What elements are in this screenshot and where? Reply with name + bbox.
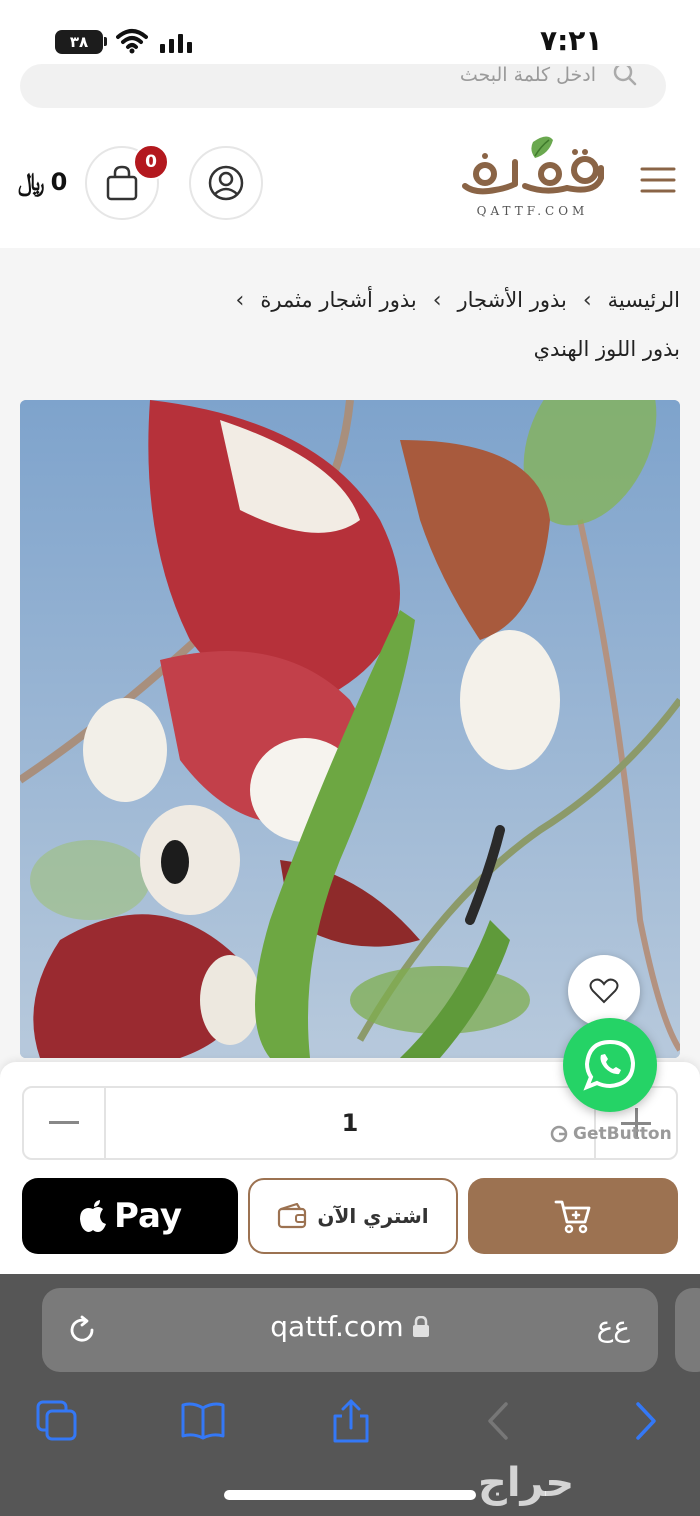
breadcrumb: الرئيسية›بذور الأشجار›بذور أشجار مثمرة› … xyxy=(20,282,680,367)
battery-level: ٣٨ xyxy=(69,33,89,51)
search-icon[interactable] xyxy=(612,66,638,92)
search-strip: ادخل كلمة البحث xyxy=(0,64,700,120)
apple-pay-button[interactable]: Pay xyxy=(22,1178,238,1254)
buy-now-label: اشتري الآن xyxy=(317,1204,429,1228)
add-to-cart-button[interactable] xyxy=(468,1178,678,1254)
url-display: qattf.com xyxy=(42,1310,658,1343)
account-button[interactable] xyxy=(189,146,263,220)
quantity-decrease-button[interactable] xyxy=(24,1088,106,1158)
cart-total: ﷼ 0 xyxy=(18,168,67,196)
cart-count-badge: 0 xyxy=(133,144,169,180)
lock-icon xyxy=(412,1315,429,1337)
user-icon xyxy=(208,165,244,201)
search-placeholder: ادخل كلمة البحث xyxy=(459,64,596,86)
logo-mark xyxy=(462,136,604,195)
tabs-icon[interactable] xyxy=(34,1398,80,1444)
product-photo xyxy=(20,400,680,1058)
breadcrumb-home[interactable]: الرئيسية xyxy=(608,288,680,312)
minus-icon xyxy=(49,1121,79,1124)
getbutton-icon xyxy=(550,1125,568,1143)
product-image[interactable] xyxy=(20,400,680,1058)
next-tab-edge[interactable] xyxy=(675,1288,700,1372)
logo-text: QATTF.COM xyxy=(476,204,589,218)
breadcrumb-separator: › xyxy=(582,288,592,313)
wallet-icon xyxy=(278,1203,307,1229)
breadcrumb-separator: › xyxy=(432,288,442,313)
breadcrumb-current: بذور اللوز الهندي xyxy=(533,337,680,361)
getbutton-label: GetButton xyxy=(550,1124,672,1144)
breadcrumb-separator: › xyxy=(235,288,245,313)
battery-nub xyxy=(104,37,107,46)
haraj-watermark: حراج xyxy=(478,1460,575,1506)
url-text: qattf.com xyxy=(270,1310,404,1343)
breadcrumb-fruit-tree-seeds[interactable]: بذور أشجار مثمرة xyxy=(260,288,416,312)
forward-arrow-icon[interactable] xyxy=(624,1398,670,1444)
hamburger-menu-icon[interactable] xyxy=(640,164,676,196)
currency-symbol: ﷼ xyxy=(18,168,45,196)
breadcrumb-tree-seeds[interactable]: بذور الأشجار xyxy=(458,288,567,312)
buy-now-button[interactable]: اشتري الآن xyxy=(248,1178,458,1254)
heart-icon xyxy=(589,978,619,1004)
search-input[interactable]: ادخل كلمة البحث xyxy=(20,64,666,108)
share-icon[interactable] xyxy=(328,1398,374,1444)
site-logo[interactable]: QATTF.COM xyxy=(455,134,610,234)
site-header: QATTF.COM 0 ﷼ 0 xyxy=(0,120,700,248)
quantity-value[interactable]: 1 xyxy=(106,1088,594,1158)
battery-icon: ٣٨ xyxy=(55,30,103,54)
text-size-button[interactable]: ﻉﻉ xyxy=(597,1310,630,1343)
address-bar[interactable]: qattf.com ﻉﻉ xyxy=(42,1288,658,1372)
browser-toolbar: qattf.com ﻉﻉ حراج xyxy=(0,1274,700,1516)
whatsapp-chat-button[interactable] xyxy=(563,1018,657,1112)
apple-logo-icon xyxy=(79,1200,106,1232)
wishlist-button[interactable] xyxy=(568,955,640,1027)
clock: ٧:٢١ xyxy=(540,24,603,57)
getbutton-text: GetButton xyxy=(573,1124,672,1144)
home-indicator xyxy=(224,1490,476,1500)
cellular-signal-icon xyxy=(160,34,192,53)
bookmarks-icon[interactable] xyxy=(180,1398,226,1444)
apple-pay-label: Pay xyxy=(113,1196,183,1236)
whatsapp-icon xyxy=(583,1039,636,1091)
wifi-icon xyxy=(116,29,148,54)
cart-total-value: 0 xyxy=(50,168,68,196)
add-to-cart-icon xyxy=(554,1200,591,1234)
back-arrow-icon[interactable] xyxy=(476,1398,522,1444)
